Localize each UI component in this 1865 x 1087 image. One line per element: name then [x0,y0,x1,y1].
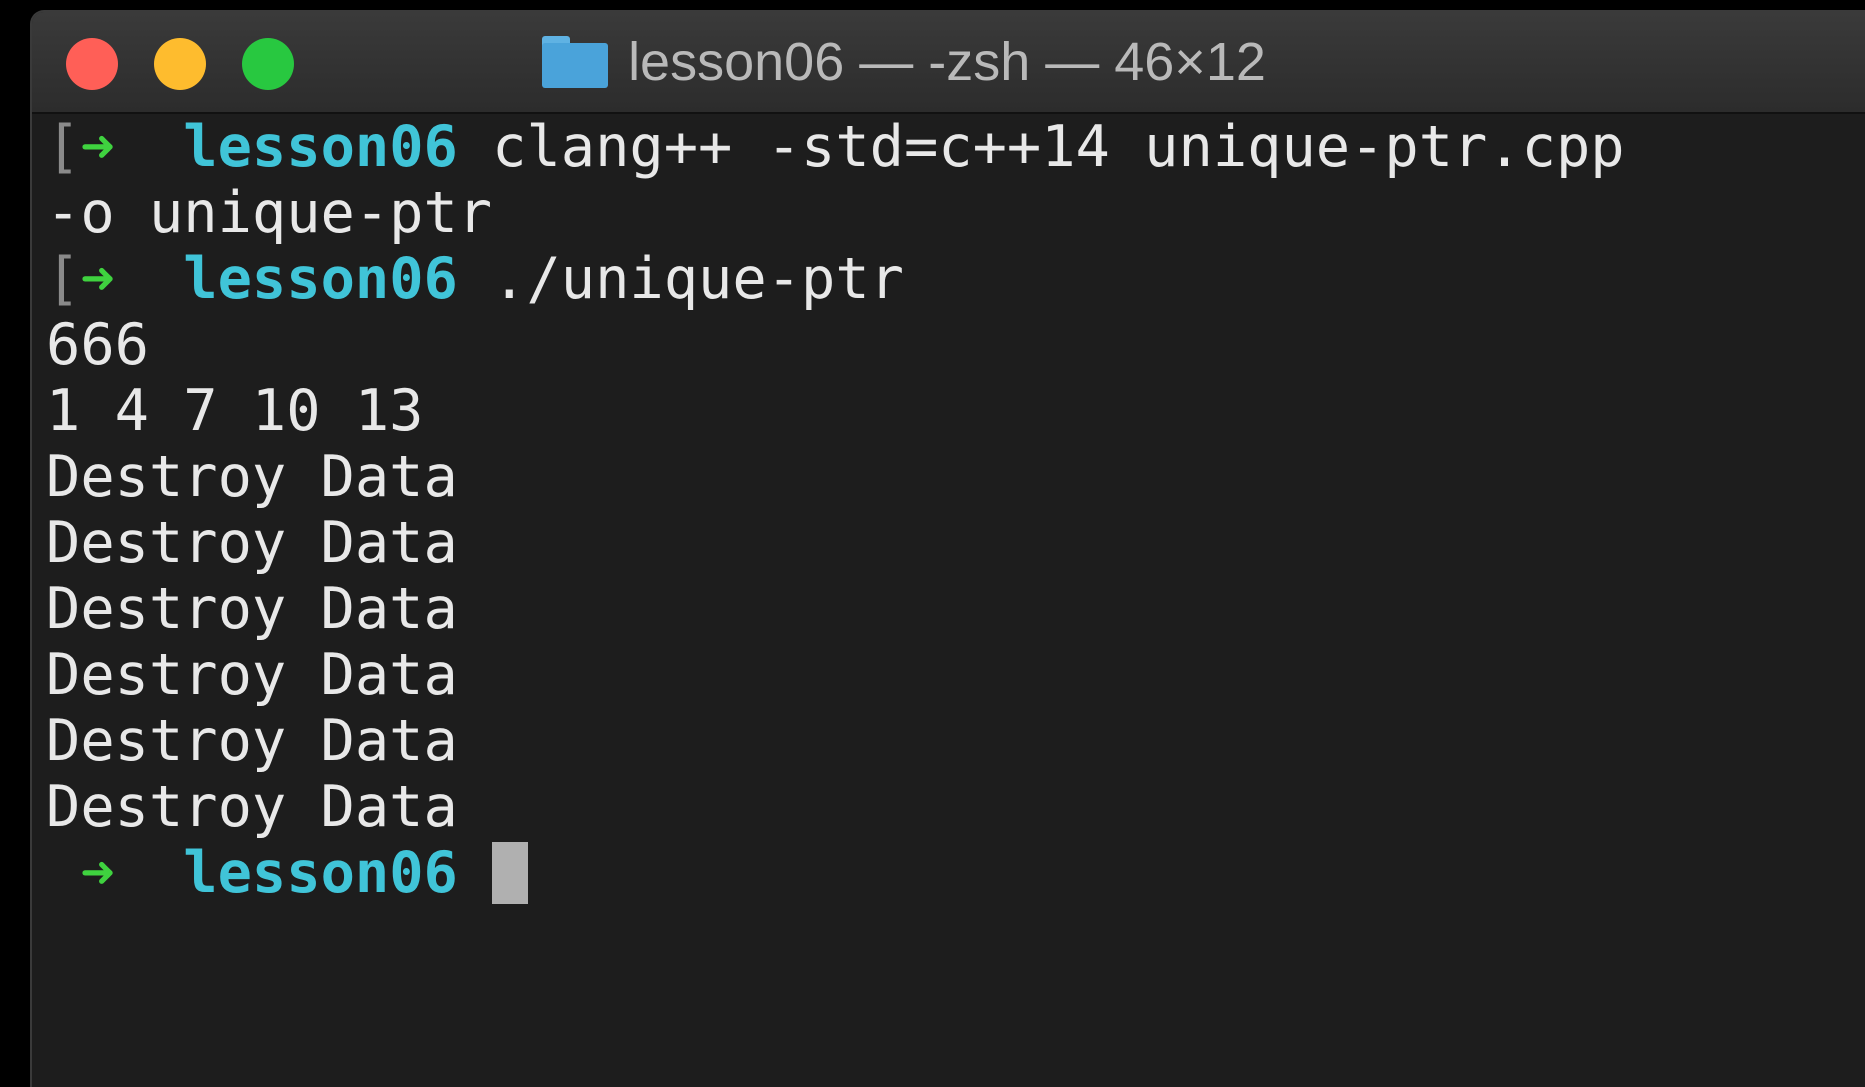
output-line: Destroy Data [46,708,458,774]
title-bar[interactable]: lesson06 — -zsh — 46×12 [32,12,1865,114]
command-continuation: -o unique-ptr [46,180,493,246]
prompt-directory: lesson06 [183,246,458,312]
output-line: Destroy Data [46,510,458,576]
terminal-window[interactable]: lesson06 — -zsh — 46×12 [➜ lesson06 clan… [30,10,1865,1087]
output-line: Destroy Data [46,642,458,708]
command-text: ./unique-ptr [457,246,904,312]
prompt-bracket: [ [46,246,81,312]
output-line: Destroy Data [46,774,458,840]
window-title: lesson06 — -zsh — 46×12 [628,32,1266,92]
prompt-arrow-icon: ➜ [80,246,115,312]
terminal-line: [➜ lesson06 clang++ -std=c++14 unique-pt… [46,114,1865,180]
prompt-directory: lesson06 [183,840,458,906]
folder-icon [542,36,609,88]
prompt-directory: lesson06 [183,114,458,180]
text-cursor [492,842,529,904]
output-line: 1 4 7 10 13 [46,378,424,444]
output-line: Destroy Data [46,576,458,642]
prompt-arrow-icon: ➜ [80,840,115,906]
terminal-content[interactable]: [➜ lesson06 clang++ -std=c++14 unique-pt… [32,114,1865,906]
terminal-line: [➜ lesson06 ./unique-ptr [46,246,1865,312]
prompt-arrow-icon: ➜ [80,114,115,180]
window-title-area: lesson06 — -zsh — 46×12 [32,12,1865,112]
prompt-bracket: [ [46,114,81,180]
output-line: Destroy Data [46,444,458,510]
terminal-line: -o unique-ptr [46,180,1865,246]
command-text: clang++ -std=c++14 unique-ptr.cpp [457,114,1625,180]
terminal-line: ➜ lesson06 [46,840,1865,906]
output-line: 666 [46,312,149,378]
